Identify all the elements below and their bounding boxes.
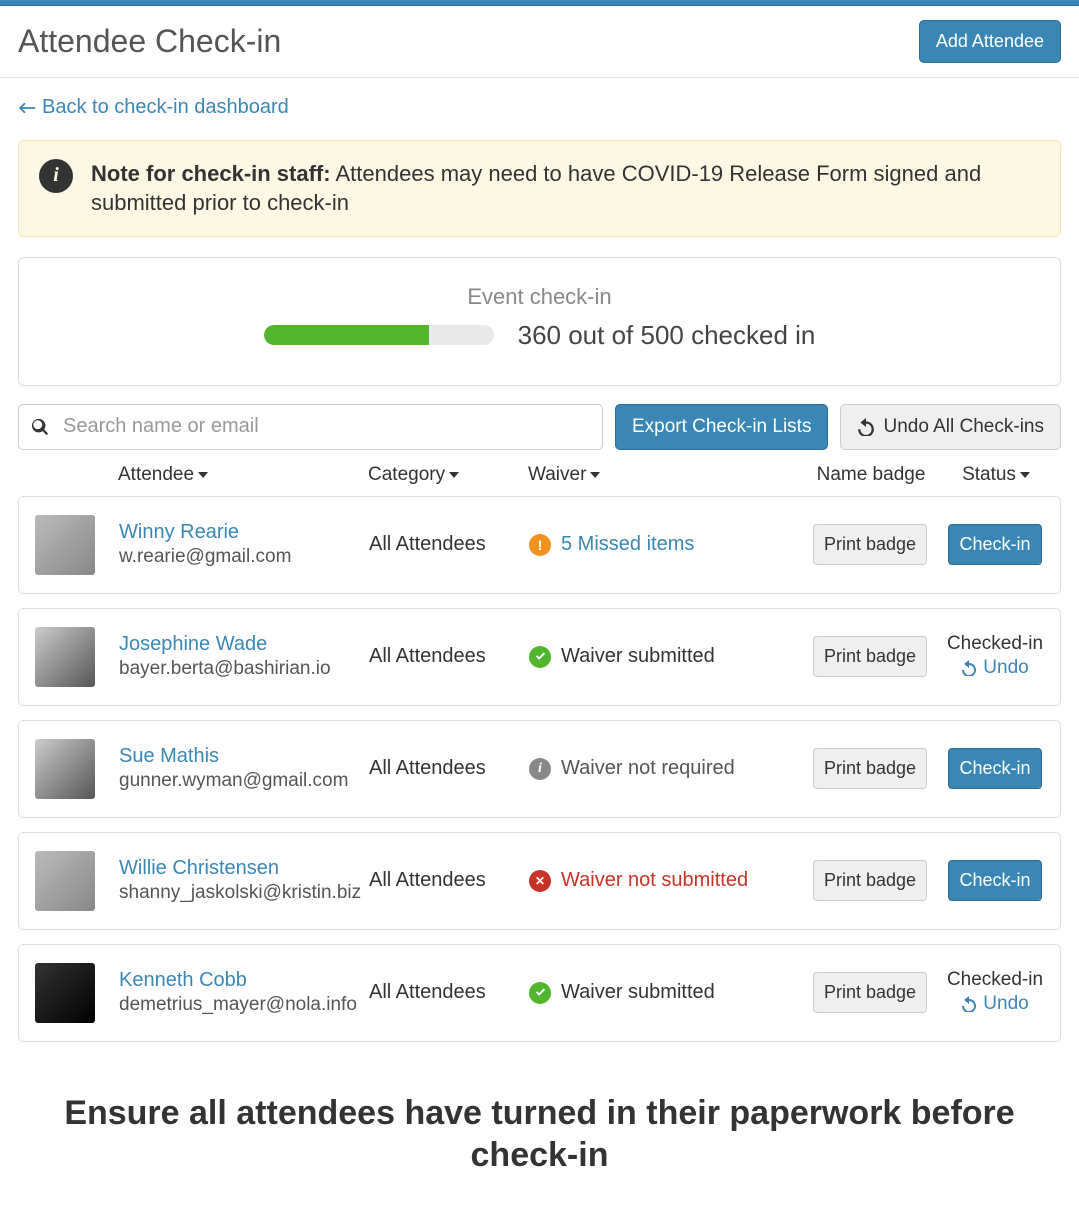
avatar — [35, 515, 95, 575]
col-status-header[interactable]: Status — [962, 464, 1030, 486]
staff-note-text: Note for check-in staff: Attendees may n… — [91, 159, 1040, 218]
table-row: Winny Rearie w.rearie@gmail.comAll Attend… — [18, 496, 1061, 594]
waiver-status-text: 5 Missed items — [561, 533, 694, 556]
progress-title: Event check-in — [49, 284, 1030, 310]
attendee-email: gunner.wyman@gmail.com — [119, 770, 369, 792]
print-badge-button[interactable]: Print badge — [813, 636, 927, 677]
checkin-button[interactable]: Check-in — [948, 860, 1041, 901]
staff-note-prefix: Note for check-in staff: — [91, 161, 331, 186]
undo-all-label: Undo All Check-ins — [883, 416, 1044, 438]
undo-checkin-link[interactable]: Undo — [961, 993, 1028, 1015]
col-badge-header: Name badge — [817, 464, 926, 485]
progress-bar — [264, 325, 494, 345]
print-badge-button[interactable]: Print badge — [813, 748, 927, 789]
undo-icon — [857, 418, 875, 436]
add-attendee-button[interactable]: Add Attendee — [919, 20, 1061, 63]
attendee-email: bayer.berta@bashirian.io — [119, 658, 369, 680]
attendee-name-link[interactable]: Josephine Wade — [119, 633, 267, 655]
table-row: Sue Mathis gunner.wyman@gmail.comAll Atte… — [18, 720, 1061, 818]
check-icon — [529, 646, 551, 668]
attendee-email: w.rearie@gmail.com — [119, 546, 369, 568]
avatar — [35, 963, 95, 1023]
progress-row: 360 out of 500 checked in — [49, 320, 1030, 351]
page-header: Attendee Check-in Add Attendee — [0, 6, 1079, 78]
attendee-name-link[interactable]: Sue Mathis — [119, 745, 219, 767]
print-badge-button[interactable]: Print badge — [813, 972, 927, 1013]
undo-checkin-link[interactable]: Undo — [961, 657, 1028, 679]
waiver-status-text: Waiver submitted — [561, 645, 715, 668]
attendee-name-link[interactable]: Kenneth Cobb — [119, 969, 247, 991]
checkin-button[interactable]: Check-in — [948, 524, 1041, 565]
waiver-status-text: Waiver submitted — [561, 981, 715, 1004]
attendee-category: All Attendees — [369, 533, 486, 555]
status-checked-label: Checked-in — [940, 633, 1050, 655]
waiver-status: Waiver not required — [529, 757, 800, 780]
warning-icon — [529, 534, 551, 556]
progress-bar-fill — [264, 325, 430, 345]
table-row: Josephine Wade bayer.berta@bashirian.ioAl… — [18, 608, 1061, 706]
arrow-left-icon — [18, 101, 36, 115]
attendee-email: demetrius_mayer@nola.info — [119, 994, 369, 1016]
waiver-status-text: Waiver not required — [561, 757, 735, 780]
staff-note: i Note for check-in staff: Attendees may… — [18, 140, 1061, 237]
info-icon: i — [39, 159, 73, 193]
info-icon — [529, 758, 551, 780]
undo-all-button[interactable]: Undo All Check-ins — [840, 404, 1061, 450]
caret-down-icon — [1020, 472, 1030, 478]
attendee-category: All Attendees — [369, 981, 486, 1003]
search-icon — [31, 418, 49, 436]
attendee-category: All Attendees — [369, 645, 486, 667]
caret-down-icon — [449, 472, 459, 478]
status-checked-label: Checked-in — [940, 969, 1050, 991]
attendee-category: All Attendees — [369, 869, 486, 891]
waiver-status-text: Waiver not submitted — [561, 869, 748, 892]
progress-panel: Event check-in 360 out of 500 checked in — [18, 257, 1061, 386]
waiver-status: Waiver not submitted — [529, 869, 800, 892]
attendee-email: shanny_jaskolski@kristin.biz — [119, 882, 369, 904]
waiver-status: 5 Missed items — [529, 533, 800, 556]
back-link-label: Back to check-in dashboard — [42, 96, 289, 119]
waiver-status: Waiver submitted — [529, 981, 800, 1004]
print-badge-button[interactable]: Print badge — [813, 524, 927, 565]
table-row: Kenneth Cobb demetrius_mayer@nola.infoAll… — [18, 944, 1061, 1042]
col-attendee-header[interactable]: Attendee — [118, 464, 208, 486]
caret-down-icon — [590, 472, 600, 478]
avatar — [35, 739, 95, 799]
undo-icon — [961, 660, 977, 676]
search-field[interactable] — [18, 404, 603, 450]
attendee-category: All Attendees — [369, 757, 486, 779]
progress-text: 360 out of 500 checked in — [518, 320, 816, 351]
checkin-button[interactable]: Check-in — [948, 748, 1041, 789]
attendee-name-link[interactable]: Willie Christensen — [119, 857, 279, 879]
avatar — [35, 627, 95, 687]
table-header: Attendee Category Waiver Name badge Stat… — [18, 450, 1061, 496]
waiver-status: Waiver submitted — [529, 645, 800, 668]
export-button[interactable]: Export Check-in Lists — [615, 404, 829, 450]
undo-icon — [961, 996, 977, 1012]
back-link[interactable]: Back to check-in dashboard — [18, 96, 289, 119]
col-waiver-header[interactable]: Waiver — [528, 464, 600, 486]
avatar — [35, 851, 95, 911]
table-row: Willie Christensen shanny_jaskolski@krist… — [18, 832, 1061, 930]
search-input[interactable] — [63, 415, 590, 438]
caret-down-icon — [198, 472, 208, 478]
footer-caption: Ensure all attendees have turned in thei… — [0, 1074, 1079, 1207]
print-badge-button[interactable]: Print badge — [813, 860, 927, 901]
attendee-name-link[interactable]: Winny Rearie — [119, 521, 239, 543]
page-title: Attendee Check-in — [18, 23, 281, 60]
controls-row: Export Check-in Lists Undo All Check-ins — [18, 404, 1061, 450]
col-category-header[interactable]: Category — [368, 464, 459, 486]
check-icon — [529, 982, 551, 1004]
x-icon — [529, 870, 551, 892]
